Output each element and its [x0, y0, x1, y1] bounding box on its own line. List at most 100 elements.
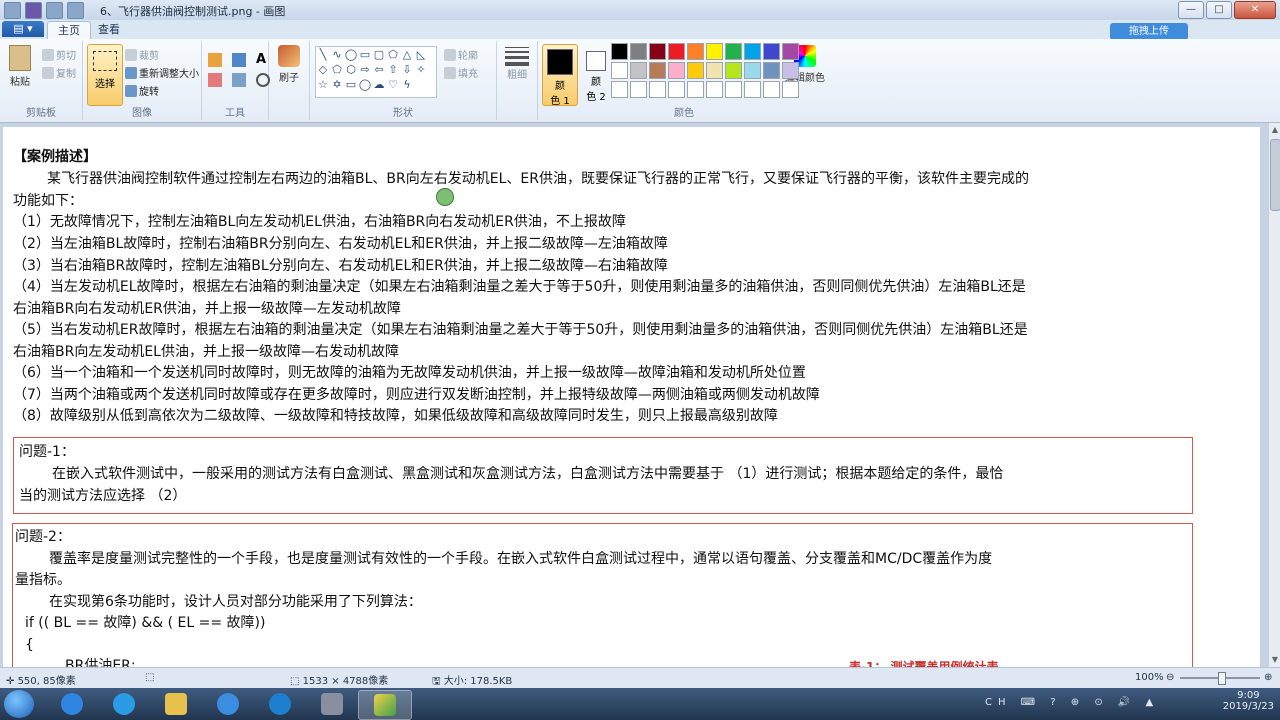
copy-button[interactable]: 复制 — [42, 65, 76, 80]
zoom-slider-handle[interactable] — [1218, 672, 1226, 685]
lightning-shape-icon[interactable]: ϟ — [400, 78, 414, 92]
tab-view[interactable]: 查看 — [88, 21, 130, 39]
hexagon-shape-icon[interactable]: ⬡ — [344, 63, 358, 77]
paint-app-icon[interactable] — [4, 2, 21, 19]
star5-shape-icon[interactable]: ☆ — [316, 78, 330, 92]
left-arrow-shape-icon[interactable]: ⇦ — [372, 63, 386, 77]
color1-button[interactable]: 颜 色 1 — [542, 44, 578, 107]
callout-cloud-shape-icon[interactable]: ☁ — [372, 78, 386, 92]
scroll-down-arrow-icon[interactable]: ▼ — [1269, 653, 1280, 667]
save-icon[interactable] — [25, 2, 42, 19]
crop-button[interactable]: 裁剪 — [125, 47, 159, 62]
palette-swatch[interactable] — [630, 81, 647, 98]
fill-bucket-icon[interactable] — [232, 53, 246, 67]
palette-swatch[interactable] — [725, 43, 742, 60]
oval-shape-icon[interactable]: ◯ — [344, 48, 358, 62]
palette-swatch[interactable] — [668, 81, 685, 98]
maximize-button[interactable]: □ — [1206, 1, 1232, 19]
up-arrow-shape-icon[interactable]: ⇧ — [386, 63, 400, 77]
palette-swatch[interactable] — [763, 81, 780, 98]
callout-rect-shape-icon[interactable]: ▭ — [344, 78, 358, 92]
taskbar-explorer[interactable] — [150, 690, 202, 718]
scroll-up-arrow-icon[interactable]: ▲ — [1269, 123, 1280, 137]
clock[interactable]: 9:09 2019/3/23 — [1223, 690, 1274, 712]
brushes-button[interactable]: 刷子 — [273, 45, 305, 84]
taskbar-paint[interactable] — [358, 690, 412, 720]
scrollbar-thumb[interactable] — [1270, 139, 1280, 211]
minimize-button[interactable]: — — [1178, 1, 1204, 19]
heart-shape-icon[interactable]: ♡ — [386, 78, 400, 92]
tab-home[interactable]: 主页 — [47, 21, 91, 40]
select-button[interactable]: 选择 — [87, 44, 123, 106]
palette-swatch[interactable] — [668, 43, 685, 60]
magnifier-icon[interactable] — [256, 73, 270, 87]
palette-swatch[interactable] — [630, 62, 647, 79]
rounded-rectangle-shape-icon[interactable]: ▢ — [372, 48, 386, 62]
fill-button[interactable]: 填充 — [444, 65, 478, 80]
zoom-out-icon[interactable]: ⊖ — [1166, 672, 1174, 683]
resize-button[interactable]: 重新调整大小 — [125, 65, 199, 80]
file-menu-button[interactable]: ▤ ▾ — [2, 21, 44, 37]
color-picker-icon[interactable] — [232, 73, 246, 87]
triangle-shape-icon[interactable]: △ — [400, 48, 414, 62]
outline-button[interactable]: 轮廓 — [444, 47, 478, 62]
pencil-icon[interactable] — [208, 53, 222, 67]
palette-swatch[interactable] — [649, 43, 666, 60]
color2-button[interactable]: 颜 色 2 — [578, 44, 614, 106]
canvas-image[interactable]: 【案例描述】 某飞行器供油阀控制软件通过控制左右两边的油箱BL、BR向左右发动机… — [3, 127, 1260, 672]
palette-swatch[interactable] — [630, 43, 647, 60]
curve-shape-icon[interactable]: ∿ — [330, 48, 344, 62]
star6-shape-icon[interactable]: ✡ — [330, 78, 344, 92]
palette-swatch[interactable] — [744, 43, 761, 60]
text-tool-icon[interactable]: A — [256, 53, 270, 67]
star4-shape-icon[interactable]: ✧ — [414, 63, 428, 77]
down-arrow-shape-icon[interactable]: ⇩ — [400, 63, 414, 77]
line-shape-icon[interactable]: ╲ — [316, 48, 330, 62]
callout-oval-shape-icon[interactable]: ◯ — [358, 78, 372, 92]
shapes-gallery[interactable]: ╲ ∿ ◯ ▭ ▢ ⬠ △ ◺ ◇ ⬠ ⬡ ⇨ ⇦ ⇧ ⇩ ✧ ☆ ✡ ▭ ◯ ☁ ♡ ϟ — [315, 46, 437, 98]
start-button[interactable] — [4, 690, 34, 718]
right-triangle-shape-icon[interactable]: ◺ — [414, 48, 428, 62]
palette-swatch[interactable] — [706, 62, 723, 79]
size-button[interactable]: 粗细 — [501, 47, 533, 81]
close-button[interactable]: ✕ — [1234, 1, 1276, 19]
rotate-button[interactable]: 旋转 — [125, 83, 159, 98]
undo-icon[interactable] — [46, 2, 63, 19]
right-arrow-shape-icon[interactable]: ⇨ — [358, 63, 372, 77]
palette-swatch[interactable] — [782, 62, 799, 79]
palette-swatch[interactable] — [763, 62, 780, 79]
polygon-shape-icon[interactable]: ⬠ — [386, 48, 400, 62]
vertical-scrollbar[interactable]: ▲ ▼ — [1268, 123, 1280, 667]
palette-swatch[interactable] — [687, 62, 704, 79]
palette-swatch[interactable] — [782, 43, 799, 60]
palette-swatch[interactable] — [687, 43, 704, 60]
taskbar-ie[interactable] — [98, 690, 150, 718]
palette-swatch[interactable] — [706, 81, 723, 98]
eraser-icon[interactable] — [208, 73, 222, 87]
palette-swatch[interactable] — [611, 81, 628, 98]
redo-icon[interactable] — [67, 2, 84, 19]
system-tray-icons[interactable]: CH ⌨ ? ⊕ ⊙ 🔊 ▲ — [985, 697, 1159, 708]
palette-swatch[interactable] — [649, 81, 666, 98]
upload-button[interactable]: 拖拽上传 — [1110, 23, 1188, 40]
pentagon-shape-icon[interactable]: ⬠ — [330, 63, 344, 77]
palette-swatch[interactable] — [744, 81, 761, 98]
palette-swatch[interactable] — [782, 81, 799, 98]
taskbar-app[interactable] — [202, 690, 254, 718]
paste-button[interactable]: 粘贴 — [6, 45, 34, 88]
zoom-in-icon[interactable]: ⊕ — [1264, 672, 1272, 683]
taskbar-baidu-netdisk[interactable] — [46, 690, 98, 718]
taskbar-tool[interactable] — [306, 690, 358, 718]
palette-swatch[interactable] — [687, 81, 704, 98]
palette-swatch[interactable] — [725, 81, 742, 98]
palette-swatch[interactable] — [611, 43, 628, 60]
taskbar-edge[interactable] — [254, 690, 306, 718]
diamond-shape-icon[interactable]: ◇ — [316, 63, 330, 77]
rectangle-shape-icon[interactable]: ▭ — [358, 48, 372, 62]
palette-swatch[interactable] — [668, 62, 685, 79]
palette-swatch[interactable] — [763, 43, 780, 60]
palette-swatch[interactable] — [611, 62, 628, 79]
palette-swatch[interactable] — [744, 62, 761, 79]
cut-button[interactable]: 剪切 — [42, 47, 76, 62]
palette-swatch[interactable] — [725, 62, 742, 79]
